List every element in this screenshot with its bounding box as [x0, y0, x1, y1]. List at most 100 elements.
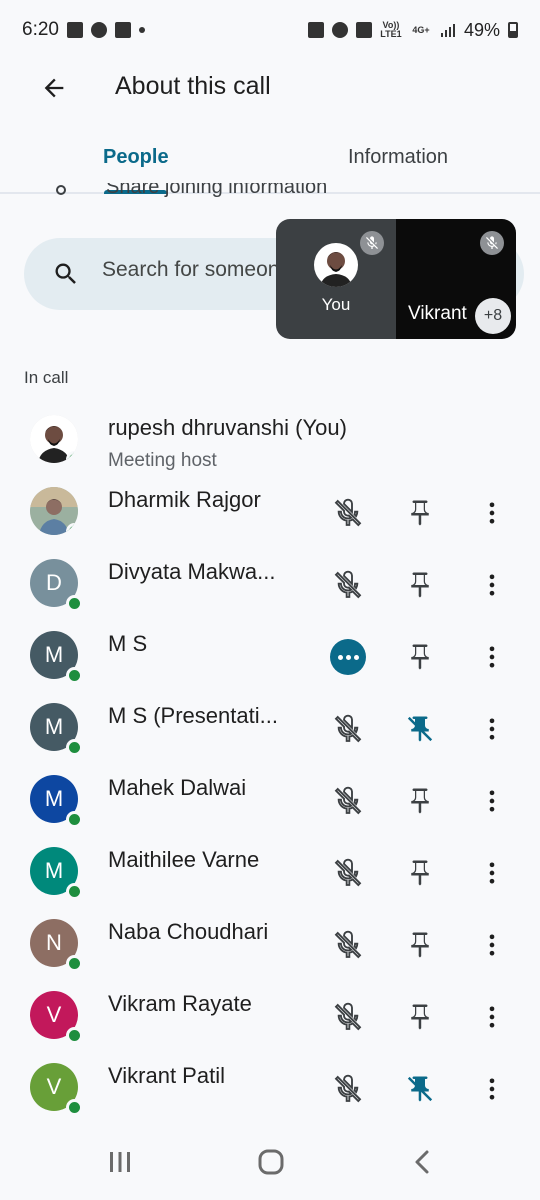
volte-icon: Vo)) LTE1 — [380, 20, 402, 39]
search-input[interactable] — [102, 258, 292, 282]
more-options-button[interactable] — [474, 567, 510, 603]
mic-off-icon[interactable] — [330, 999, 366, 1035]
participant-name: Vikram Rayate — [108, 991, 252, 1016]
whatsapp-icon — [90, 22, 107, 38]
more-options-button[interactable] — [474, 495, 510, 531]
more-options-button[interactable] — [474, 855, 510, 891]
unpin-button[interactable] — [402, 711, 438, 747]
more-options-button[interactable] — [474, 927, 510, 963]
pin-button[interactable] — [402, 639, 438, 675]
system-nav-bar — [0, 1128, 540, 1200]
participant-row[interactable]: N Naba Choudhari — [0, 909, 540, 981]
avatar-initial: M — [44, 858, 64, 883]
online-status-dot — [66, 667, 83, 684]
pin-button[interactable] — [402, 855, 438, 891]
unpin-button[interactable] — [402, 1071, 438, 1107]
avatar-initial: D — [46, 570, 62, 595]
avatar: M — [30, 631, 83, 684]
participant-row[interactable]: D Divyata Makwa... — [0, 549, 540, 621]
participant-row[interactable]: Dharmik Rajgor — [0, 477, 540, 549]
alarm-icon — [331, 22, 348, 38]
mic-off-icon[interactable] — [330, 711, 366, 747]
in-call-section-label: In call — [24, 368, 69, 387]
participant-row[interactable]: M Mahek Dalwai — [0, 765, 540, 837]
avatar: N — [30, 919, 83, 972]
other-mic-off-icon — [480, 231, 504, 255]
back-icon — [415, 1150, 429, 1174]
self-mic-off-icon — [360, 231, 384, 255]
online-status-dot — [66, 451, 78, 463]
avatar-initial: V — [46, 1002, 62, 1027]
more-options-button[interactable] — [474, 639, 510, 675]
pin-button[interactable] — [402, 927, 438, 963]
tab-information[interactable]: Information — [348, 146, 448, 169]
notification-dot-icon — [138, 27, 145, 33]
avatar-initial: N — [46, 930, 62, 955]
outlook-icon — [114, 22, 131, 38]
other-video-label: Vikrant — [408, 303, 467, 324]
mic-off-icon[interactable] — [330, 1071, 366, 1107]
online-status-dot — [66, 739, 83, 756]
mic-off-icon[interactable] — [330, 927, 366, 963]
pin-button[interactable] — [402, 495, 438, 531]
share-joining-info-label: Share joining information — [106, 183, 328, 198]
tab-people[interactable]: People — [103, 146, 169, 169]
more-participants-badge[interactable]: +8 — [475, 298, 511, 334]
share-icon — [56, 185, 66, 195]
more-options-button[interactable] — [474, 783, 510, 819]
arrow-back-icon — [44, 78, 64, 98]
participant-row[interactable]: rupesh dhruvanshi (You) Meeting host — [0, 405, 540, 477]
home-icon — [258, 1149, 284, 1175]
mic-off-icon[interactable] — [330, 783, 366, 819]
avatar-initial: M — [44, 714, 64, 739]
status-left: 6:20 — [22, 19, 145, 41]
pin-button[interactable] — [402, 999, 438, 1035]
avatar: V — [30, 1063, 83, 1116]
participant-row[interactable]: M Maithilee Varne — [0, 837, 540, 909]
avatar: D — [30, 559, 83, 612]
avatar: M — [30, 775, 83, 828]
avatar: M — [30, 703, 83, 756]
online-status-dot — [66, 1027, 83, 1044]
page-title: About this call — [115, 72, 271, 100]
recent-apps-icon — [110, 1152, 130, 1172]
self-video-tile[interactable]: You — [276, 219, 396, 339]
home-button[interactable] — [251, 1144, 291, 1180]
participant-row[interactable]: MM S — [0, 621, 540, 693]
participant-row[interactable]: V Vikram Rayate — [0, 981, 540, 1053]
battery-percent: 49% — [463, 19, 500, 40]
participant-role: Meeting host — [108, 450, 217, 471]
battery-icon — [508, 22, 518, 38]
self-video-label: You — [321, 295, 351, 314]
mute-icon — [355, 22, 372, 38]
4g-icon: 4G+ — [412, 24, 430, 35]
other-video-tile[interactable]: Vikrant +8 — [396, 219, 516, 339]
back-button[interactable] — [34, 70, 74, 106]
participant-row[interactable]: V Vikrant Patil — [0, 1053, 540, 1125]
pin-button[interactable] — [402, 783, 438, 819]
more-options-button[interactable] — [474, 711, 510, 747]
online-status-dot — [66, 523, 78, 535]
pin-button[interactable] — [402, 567, 438, 603]
participant-row[interactable]: M M S (Presentati... — [0, 693, 540, 765]
participant-name: M S — [108, 631, 148, 656]
avatar-initial: M — [44, 786, 64, 811]
mic-off-icon[interactable] — [330, 495, 366, 531]
avatar — [30, 415, 78, 463]
mic-off-icon[interactable] — [330, 567, 366, 603]
mic-off-icon[interactable] — [330, 855, 366, 891]
signal-icon — [440, 24, 455, 37]
participant-name: Naba Choudhari — [108, 919, 269, 944]
more-options-button[interactable] — [474, 999, 510, 1035]
share-joining-info-row[interactable]: Share joining information — [56, 183, 436, 203]
status-right: Vo)) LTE1 4G+ 49% — [307, 19, 518, 41]
floating-video-tile[interactable]: You Vikrant +8 — [276, 219, 516, 339]
recent-apps-button[interactable] — [100, 1144, 140, 1180]
online-status-dot — [66, 595, 83, 612]
participant-name: M S (Presentati... — [108, 703, 278, 728]
system-back-button[interactable] — [403, 1144, 443, 1180]
screenshot-icon — [307, 22, 324, 38]
more-options-button[interactable] — [474, 1071, 510, 1107]
status-bar: 6:20 Vo)) LTE1 4G+ 49% — [0, 0, 540, 60]
avatar: M — [30, 847, 83, 900]
